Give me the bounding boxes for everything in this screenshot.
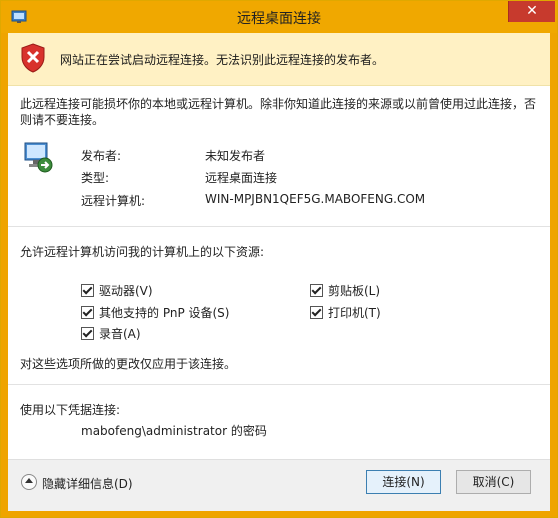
checkbox-checked-icon xyxy=(81,306,94,319)
remote-desktop-icon xyxy=(24,142,53,173)
connect-button[interactable]: 连接(N) xyxy=(366,470,441,494)
warning-text: 网站正在尝试启动远程连接。无法识别此远程连接的发布者。 xyxy=(60,53,385,67)
divider xyxy=(8,226,550,227)
resources-title: 允许远程计算机访问我的计算机上的以下资源: xyxy=(20,245,265,259)
window-title: 远程桌面连接 xyxy=(237,11,321,27)
type-label: 类型: xyxy=(81,171,110,185)
resources-note: 对这些选项所做的更改仅应用于该连接。 xyxy=(20,357,237,371)
warning-description: 此远程连接可能损坏你的本地或远程计算机。除非你知道此连接的来源或以前曾使用过此连… xyxy=(20,97,537,127)
audio-checkbox[interactable]: 录音(A) xyxy=(81,325,141,341)
dialog-footer: 隐藏详细信息(D) 连接(N) 取消(C) xyxy=(8,459,550,511)
hide-details-link[interactable]: 隐藏详细信息(D) xyxy=(42,475,133,492)
divider xyxy=(8,384,550,385)
remote-computer-value: WIN-MPJBN1QEF5G.MABOFENG.COM xyxy=(205,192,426,206)
credentials-title: 使用以下凭据连接: xyxy=(20,403,121,417)
drives-checkbox[interactable]: 驱动器(V) xyxy=(81,282,153,298)
cancel-button[interactable]: 取消(C) xyxy=(456,470,531,494)
type-value: 远程桌面连接 xyxy=(205,171,278,185)
collapse-icon[interactable] xyxy=(21,474,37,490)
close-button[interactable]: ✕ xyxy=(508,1,555,22)
remote-computer-label: 远程计算机: xyxy=(81,194,146,208)
credentials-value: mabofeng\administrator 的密码 xyxy=(81,424,267,438)
warning-banner: 网站正在尝试启动远程连接。无法识别此远程连接的发布者。 xyxy=(8,33,550,86)
clipboard-checkbox[interactable]: 剪贴板(L) xyxy=(310,282,380,298)
checkbox-checked-icon xyxy=(310,306,323,319)
dialog-content: 此远程连接可能损坏你的本地或远程计算机。除非你知道此连接的来源或以前曾使用过此连… xyxy=(8,86,550,511)
title-bar[interactable]: 远程桌面连接 ✕ xyxy=(1,1,557,33)
checkbox-checked-icon xyxy=(310,284,323,297)
printers-checkbox[interactable]: 打印机(T) xyxy=(310,304,381,320)
checkbox-checked-icon xyxy=(81,284,94,297)
pnp-devices-checkbox[interactable]: 其他支持的 PnP 设备(S) xyxy=(81,304,229,320)
checkbox-checked-icon xyxy=(81,327,94,340)
publisher-value: 未知发布者 xyxy=(205,149,266,163)
dialog-window: 远程桌面连接 ✕ 网站正在尝试启动远程连接。无法识别此远程连接的发布者。 此远程… xyxy=(0,0,558,518)
shield-error-icon xyxy=(21,43,45,73)
publisher-label: 发布者: xyxy=(81,149,122,163)
